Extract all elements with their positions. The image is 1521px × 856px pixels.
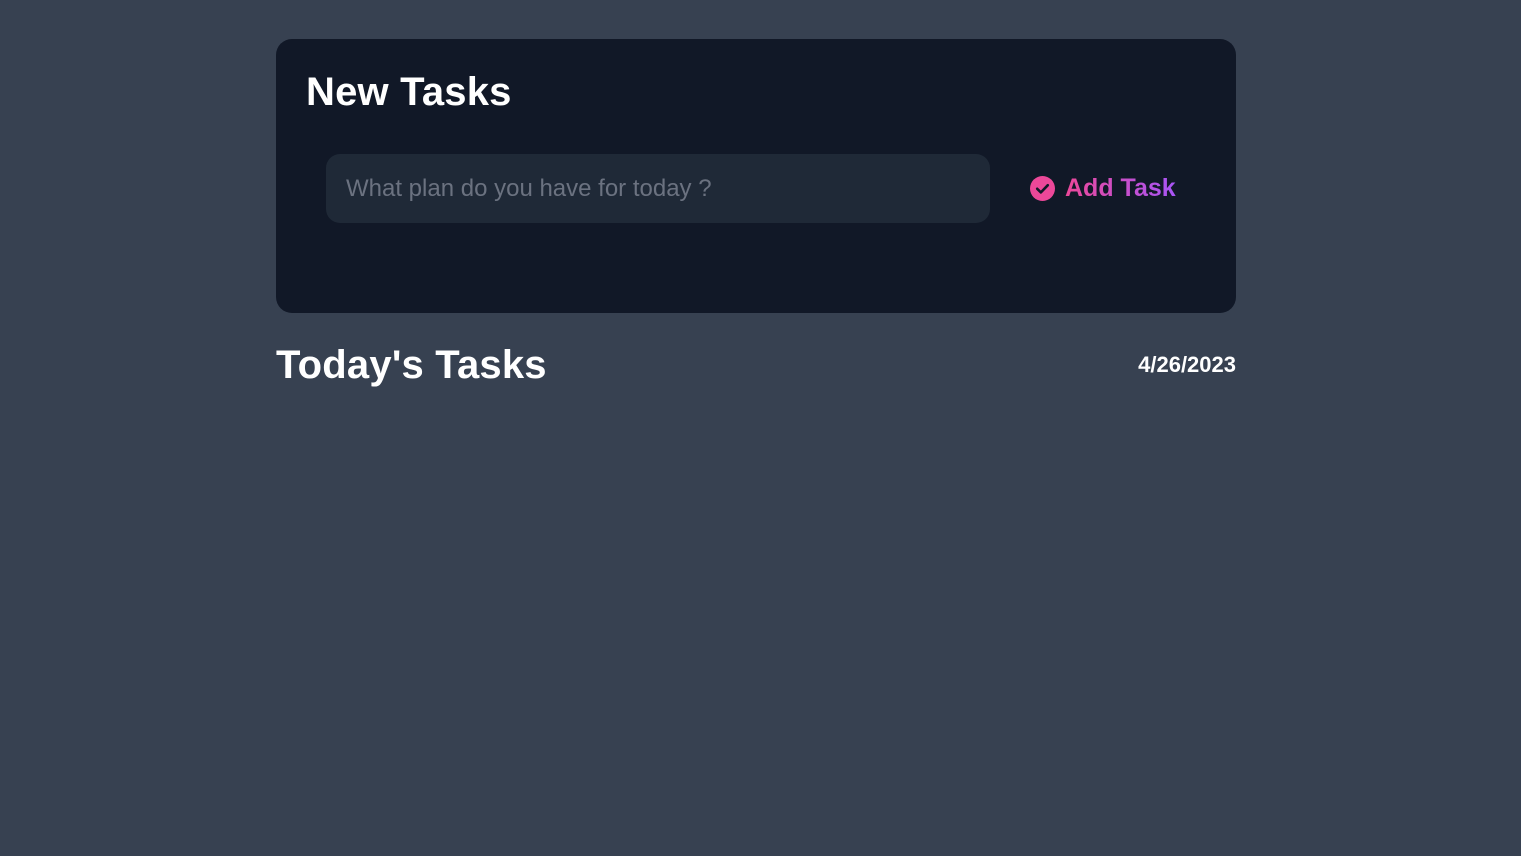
- new-task-card: New Tasks Add Task: [276, 39, 1236, 313]
- new-task-title: New Tasks: [306, 70, 512, 114]
- app-container: New Tasks Add Task Today's Tasks 4/26/20…: [276, 39, 1236, 388]
- check-circle-icon: [1030, 176, 1055, 201]
- today-date: 4/26/2023: [1138, 352, 1236, 377]
- task-input[interactable]: [326, 154, 990, 223]
- today-title: Today's Tasks: [276, 343, 547, 387]
- add-task-label: Add Task: [1065, 174, 1176, 202]
- new-task-form: Add Task: [306, 154, 1206, 223]
- add-task-button[interactable]: Add Task: [1030, 174, 1176, 203]
- today-header: Today's Tasks 4/26/2023: [276, 342, 1236, 388]
